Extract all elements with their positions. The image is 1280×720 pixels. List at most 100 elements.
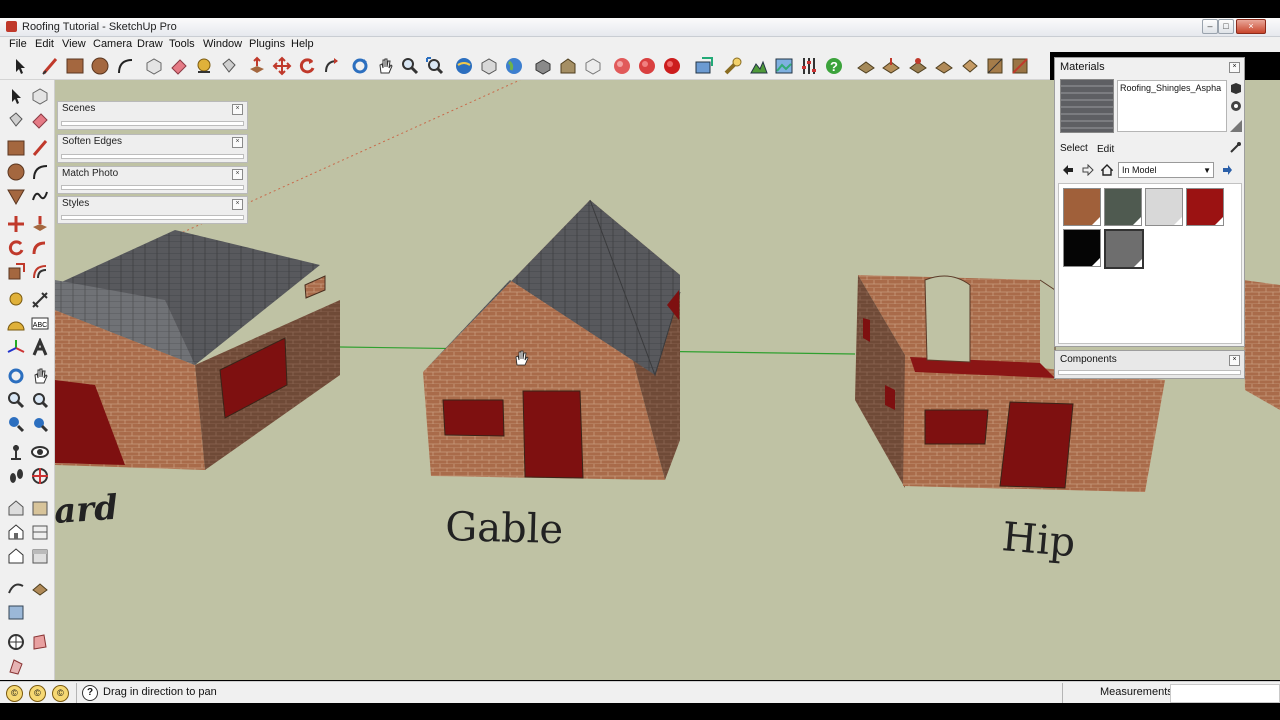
menu-draw[interactable]: Draw — [137, 38, 163, 50]
sandbox-flip-edge-icon[interactable] — [960, 56, 980, 76]
3d-text-icon[interactable] — [30, 338, 50, 358]
axes-tool-icon[interactable] — [6, 338, 26, 358]
swatch-siding-grey[interactable] — [1145, 188, 1183, 226]
offset-tool-icon[interactable] — [30, 262, 50, 282]
minimize-button[interactable]: – — [1202, 19, 1218, 34]
details-arrow-icon[interactable] — [1221, 164, 1233, 176]
polygon-tool-icon[interactable] — [6, 186, 26, 206]
push-pull-icon[interactable] — [30, 214, 50, 234]
zoom-extents-icon[interactable] — [425, 56, 445, 76]
menu-help[interactable]: Help — [291, 38, 314, 50]
back-arrow-icon[interactable] — [1062, 164, 1074, 176]
menu-window[interactable]: Window — [203, 38, 242, 50]
menu-file[interactable]: File — [9, 38, 27, 50]
section-plane-icon[interactable] — [612, 56, 632, 76]
select-tool-icon[interactable] — [10, 56, 30, 76]
default-material-icon[interactable] — [1230, 120, 1242, 132]
swatch-green-stone[interactable] — [1104, 188, 1142, 226]
swatch-roofing-shingles[interactable] — [1104, 229, 1144, 269]
look-around-icon[interactable] — [30, 442, 50, 462]
close-button[interactable]: × — [1236, 19, 1266, 34]
walk-tool-icon[interactable] — [6, 466, 26, 486]
paint-bucket-icon[interactable] — [219, 56, 239, 76]
tape-measure-icon[interactable] — [194, 56, 214, 76]
paint-bucket-icon[interactable] — [6, 110, 26, 130]
dimension-tool-icon[interactable] — [30, 290, 50, 310]
tray-styles[interactable]: Styles × — [57, 196, 248, 224]
paint-tool-small-icon[interactable] — [6, 656, 26, 676]
pan-tool-icon[interactable] — [30, 366, 50, 386]
eraser-tool-icon[interactable] — [169, 56, 189, 76]
google-earth-icon[interactable] — [504, 56, 524, 76]
sample-paint-icon[interactable] — [1230, 141, 1242, 153]
flashlight-icon[interactable] — [723, 56, 743, 76]
circle-tool-icon[interactable] — [90, 56, 110, 76]
zoom-tool-icon[interactable] — [400, 56, 420, 76]
menu-plugins[interactable]: Plugins — [249, 38, 285, 50]
follow-me-icon[interactable] — [30, 238, 50, 258]
measurements-input[interactable] — [1170, 684, 1280, 703]
line-tool-icon[interactable] — [30, 138, 50, 158]
line-tool-icon[interactable] — [40, 56, 60, 76]
components-window[interactable]: Components × — [1054, 350, 1245, 379]
house-front-icon[interactable] — [6, 498, 26, 518]
sandbox-drape-icon[interactable] — [908, 56, 928, 76]
photo-texture-icon[interactable] — [774, 56, 794, 76]
sandbox-from-scratch-icon[interactable] — [1010, 56, 1030, 76]
walk-views-icon[interactable] — [533, 56, 553, 76]
sandbox-drape-icon[interactable] — [6, 602, 26, 622]
follow-me-icon[interactable] — [322, 56, 342, 76]
zoom-window-icon[interactable] — [30, 390, 50, 410]
move-tool-icon[interactable] — [6, 214, 26, 234]
get-models-icon[interactable] — [454, 56, 474, 76]
freehand-tool-icon[interactable] — [30, 186, 50, 206]
sandbox-add-detail-icon[interactable] — [934, 56, 954, 76]
credits-icon[interactable]: © — [29, 685, 46, 702]
components-close-icon[interactable]: × — [1229, 355, 1240, 366]
partial-house[interactable] — [1243, 280, 1280, 410]
menu-tools[interactable]: Tools — [169, 38, 195, 50]
zoom-tool-icon[interactable] — [6, 390, 26, 410]
tape-measure-icon[interactable] — [6, 290, 26, 310]
tray-styles-close-icon[interactable]: × — [232, 199, 243, 210]
menu-view[interactable]: View — [62, 38, 86, 50]
sandbox-smoove-icon[interactable] — [856, 56, 876, 76]
make-component-icon[interactable] — [144, 56, 164, 76]
create-material-icon[interactable] — [1230, 82, 1242, 94]
position-camera-icon[interactable] — [6, 442, 26, 462]
section-cut-icon[interactable] — [662, 56, 682, 76]
sandbox-stamp-icon[interactable] — [30, 578, 50, 598]
menu-camera[interactable]: Camera — [93, 38, 132, 50]
section-plane-icon[interactable] — [30, 466, 50, 486]
library-select[interactable]: In Model ▼ — [1118, 162, 1214, 178]
orbit-compass-icon[interactable] — [6, 632, 26, 652]
display-secondary-icon[interactable] — [1230, 100, 1242, 112]
circle-tool-icon[interactable] — [6, 162, 26, 182]
mansard-house[interactable] — [55, 230, 340, 470]
walkthrough-icon[interactable] — [30, 632, 50, 652]
instructor-help-icon[interactable]: ? — [82, 685, 98, 701]
swatch-black[interactable] — [1063, 229, 1101, 267]
previous-view-icon[interactable] — [6, 414, 26, 434]
terrain-icon[interactable] — [749, 56, 769, 76]
tab-select[interactable]: Select — [1060, 143, 1088, 154]
pan-tool-icon[interactable] — [375, 56, 395, 76]
maximize-button[interactable]: □ — [1218, 19, 1234, 34]
rectangle-tool-icon[interactable] — [6, 138, 26, 158]
iso-view-icon[interactable] — [583, 56, 603, 76]
orbit-tool-icon[interactable] — [350, 56, 370, 76]
tray-match-photo[interactable]: Match Photo × — [57, 166, 248, 194]
materials-close-icon[interactable]: × — [1229, 62, 1240, 73]
add-location-icon[interactable] — [694, 56, 714, 76]
user-icon[interactable]: © — [52, 685, 69, 702]
scale-tool-icon[interactable] — [6, 262, 26, 282]
tab-edit[interactable]: Edit — [1097, 144, 1114, 155]
tray-scenes[interactable]: Scenes × — [57, 101, 248, 130]
tray-soften-edges[interactable]: Soften Edges × — [57, 134, 248, 163]
arc-tool-icon[interactable] — [115, 56, 135, 76]
help-icon[interactable]: ? — [824, 56, 844, 76]
house-top-icon[interactable] — [30, 522, 50, 542]
push-pull-icon[interactable] — [247, 56, 267, 76]
eraser-tool-icon[interactable] — [30, 110, 50, 130]
material-name-field[interactable]: Roofing_Shingles_Aspha — [1117, 80, 1227, 132]
